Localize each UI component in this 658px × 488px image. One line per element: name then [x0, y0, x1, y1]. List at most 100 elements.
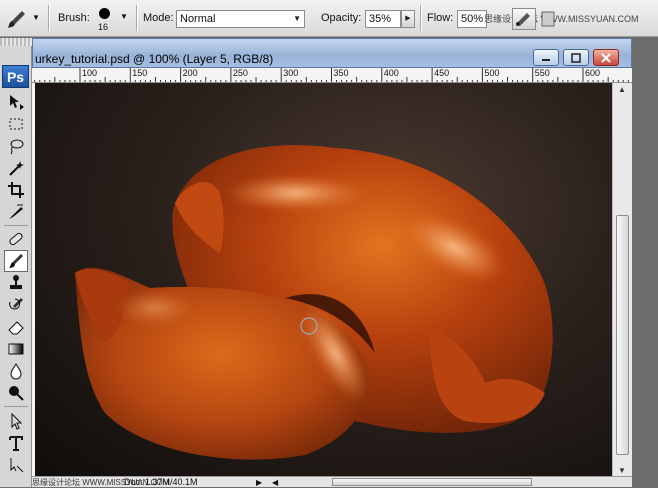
path-selection-tool-icon [11, 412, 23, 430]
divider [420, 5, 421, 31]
healing-brush-tool-icon [9, 232, 23, 246]
toolbox: Ps [0, 38, 32, 487]
opacity-input[interactable]: 35% [365, 10, 401, 28]
document-size-info[interactable]: Doc: 1.37M/40.1M [124, 477, 198, 488]
mode-select[interactable]: Normal ▼ [176, 10, 305, 28]
type-tool-icon [9, 436, 23, 451]
history-brush-tool[interactable] [4, 294, 28, 316]
options-bar: ▼ Brush: 16 ▼ Mode: Normal ▼ Opacity: 35… [0, 0, 658, 37]
minimize-icon [542, 58, 550, 61]
status-bar: 思缘设计论坛 WWW.MISSYUAN.COM Doc: 1.37M/40.1M… [32, 476, 632, 487]
slice-tool-icon [9, 204, 23, 219]
document-title: urkey_tutorial.psd @ 100% (Layer 5, RGB/… [35, 52, 274, 66]
clone-stamp-tool-icon [10, 275, 22, 289]
maximize-button[interactable] [563, 49, 589, 66]
brush-tool-icon [9, 254, 23, 268]
horizontal-ruler[interactable]: 100150200250300350400450500550600650 [32, 68, 632, 83]
ruler-tick-label: 200 [182, 68, 198, 78]
history-brush-tool-icon [9, 298, 23, 310]
brush-label: Brush: [58, 12, 90, 24]
ruler-tick-label: 100 [82, 68, 98, 78]
blur-tool[interactable] [4, 360, 28, 382]
ruler-tick-label: 600 [585, 68, 601, 78]
opacity-slider-button[interactable]: ▶ [401, 10, 415, 28]
workspace-background [632, 38, 658, 487]
dodge-tool[interactable] [4, 382, 28, 404]
gradient-tool[interactable] [4, 338, 28, 360]
flow-input[interactable]: 50% [457, 10, 487, 28]
lasso-tool[interactable] [4, 135, 28, 157]
chevron-down-icon: ▼ [293, 14, 301, 23]
scroll-thumb[interactable] [616, 215, 629, 455]
crop-tool-icon [8, 182, 24, 198]
airbrush-icon [516, 13, 530, 26]
eraser-tool[interactable] [4, 316, 28, 338]
image-canvas[interactable] [35, 83, 612, 476]
pen-tool[interactable] [4, 454, 28, 476]
crop-tool[interactable] [4, 179, 28, 201]
ruler-tick-label: 450 [434, 68, 450, 78]
horizontal-scroll-thumb[interactable] [332, 478, 532, 486]
pen-tool-icon [10, 458, 24, 473]
close-button[interactable] [593, 49, 619, 66]
opacity-label: Opacity: [321, 12, 362, 24]
flow-label: Flow: [427, 12, 454, 24]
mode-label: Mode: [143, 12, 174, 24]
divider [4, 406, 28, 407]
blur-tool-icon [10, 363, 22, 380]
chevron-down-icon: ▼ [32, 13, 40, 22]
watermark-text: 思缘设计论坛 WWW.MISSYUAN.COM [484, 14, 639, 24]
brush-size-value: 16 [98, 22, 109, 32]
magic-wand-tool[interactable] [4, 157, 28, 179]
lasso-tool-icon [10, 139, 24, 155]
type-tool[interactable] [4, 432, 28, 454]
healing-brush-tool[interactable] [4, 228, 28, 250]
ruler-tick-label: 400 [383, 68, 399, 78]
opacity-value: 35% [369, 13, 392, 25]
ruler-tick-label: 250 [232, 68, 248, 78]
ruler-tick-label: 350 [333, 68, 349, 78]
palette-well-icon [541, 11, 555, 27]
ruler-tick-label: 150 [132, 68, 148, 78]
scroll-down-icon[interactable]: ▼ [618, 466, 626, 475]
magic-wand-tool-icon [9, 161, 24, 176]
airbrush-button[interactable] [512, 8, 536, 30]
dodge-tool-icon [9, 386, 24, 401]
chevron-down-icon: ▼ [120, 12, 128, 21]
maximize-icon [571, 52, 581, 63]
brush-picker[interactable]: 16 ▼ [94, 6, 130, 34]
status-menu-arrow-icon[interactable]: ▶ [256, 477, 262, 488]
document-titlebar[interactable]: urkey_tutorial.psd @ 100% (Layer 5, RGB/… [32, 38, 632, 68]
slice-tool[interactable] [4, 201, 28, 223]
photoshop-logo[interactable]: Ps [2, 65, 29, 88]
marquee-tool-icon [9, 118, 23, 130]
move-tool[interactable] [4, 91, 28, 113]
clone-stamp-tool[interactable] [4, 272, 28, 294]
close-icon [601, 52, 611, 63]
marquee-tool[interactable] [4, 113, 28, 135]
ruler-tick-label: 500 [484, 68, 500, 78]
path-selection-tool[interactable] [4, 410, 28, 432]
mode-value: Normal [180, 13, 216, 25]
turkey-illustration [75, 145, 553, 460]
tool-preset-picker[interactable]: ▼ [6, 8, 42, 30]
minimize-button[interactable] [533, 49, 559, 66]
ruler-tick-label: 550 [534, 68, 550, 78]
toolbox-grip[interactable] [0, 38, 32, 46]
horizontal-scroll-left-icon[interactable]: ◀ [272, 477, 278, 488]
gradient-tool-icon [8, 343, 24, 355]
divider [4, 225, 28, 226]
ruler-tick-label: 300 [283, 68, 299, 78]
scroll-up-icon[interactable]: ▲ [618, 85, 626, 94]
palette-well-button[interactable] [540, 8, 556, 30]
divider [136, 5, 137, 31]
flow-value: 50% [461, 13, 484, 25]
move-tool-icon [10, 95, 24, 110]
brush-tool[interactable] [4, 250, 28, 272]
eraser-tool-icon [8, 321, 24, 335]
brush-tip-icon [99, 8, 110, 19]
brush-tool-icon [8, 11, 25, 28]
divider [48, 5, 49, 31]
document-window: urkey_tutorial.psd @ 100% (Layer 5, RGB/… [32, 38, 632, 487]
vertical-scrollbar[interactable]: ▲ ▼ [612, 83, 632, 478]
